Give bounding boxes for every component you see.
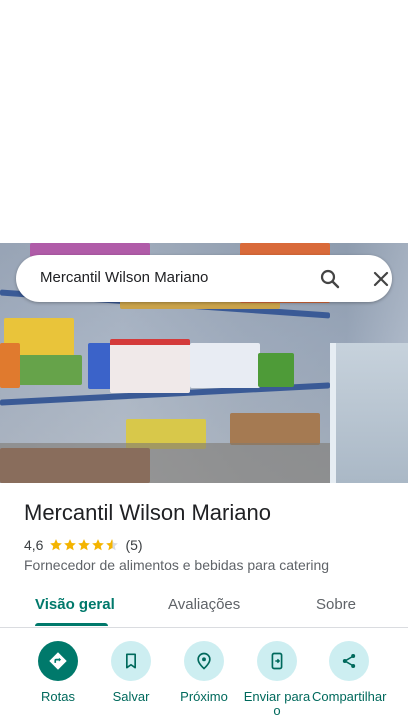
search-query-text[interactable]: Mercantil Wilson Mariano [40,269,208,286]
directions-button[interactable]: Rotas [21,641,95,704]
photo-item [190,343,260,388]
photo-item [230,413,320,445]
tab-overview[interactable]: Visão geral [35,596,115,613]
review-count[interactable]: (5) [125,537,142,553]
bookmark-icon [111,641,151,681]
photo-item [110,339,190,393]
nearby-icon [184,641,224,681]
action-bar: Rotas Salvar Próximo Enviar para o Compa… [0,641,408,726]
rating-row[interactable]: 4,6 (5) [24,536,143,554]
send-to-phone-icon [257,641,297,681]
tab-about[interactable]: Sobre [316,596,356,613]
photo-item [18,355,82,385]
nearby-button[interactable]: Próximo [167,641,241,704]
tab-indicator [35,623,108,626]
tab-reviews[interactable]: Avaliações [168,596,240,613]
place-category: Fornecedor de alimentos e bebidas para c… [24,557,330,573]
star-half-icon [106,539,119,551]
close-icon[interactable] [369,267,393,291]
star-icon [50,539,63,551]
star-rating [49,538,119,552]
place-title: Mercantil Wilson Mariano [24,500,271,525]
send-to-phone-label: Enviar para o [243,689,311,718]
tab-bar: Visão geral Avaliações Sobre [0,586,408,628]
photo-table [330,343,408,483]
photo-item [258,353,294,387]
star-icon [78,539,91,551]
share-label: Compartilhar [312,689,387,704]
share-button[interactable]: Compartilhar [312,641,386,704]
photo-item [0,343,20,388]
directions-label: Rotas [41,689,75,704]
star-icon [64,539,77,551]
search-icon[interactable] [318,267,342,291]
directions-icon [38,641,78,681]
save-label: Salvar [112,689,150,704]
rating-value: 4,6 [24,537,44,553]
send-to-phone-button[interactable]: Enviar para o [240,641,314,718]
map-blank-area [0,0,408,243]
search-bar[interactable]: Mercantil Wilson Mariano [16,255,392,302]
star-icon [92,539,105,551]
share-icon [329,641,369,681]
nearby-label: Próximo [180,689,228,704]
save-button[interactable]: Salvar [94,641,168,704]
